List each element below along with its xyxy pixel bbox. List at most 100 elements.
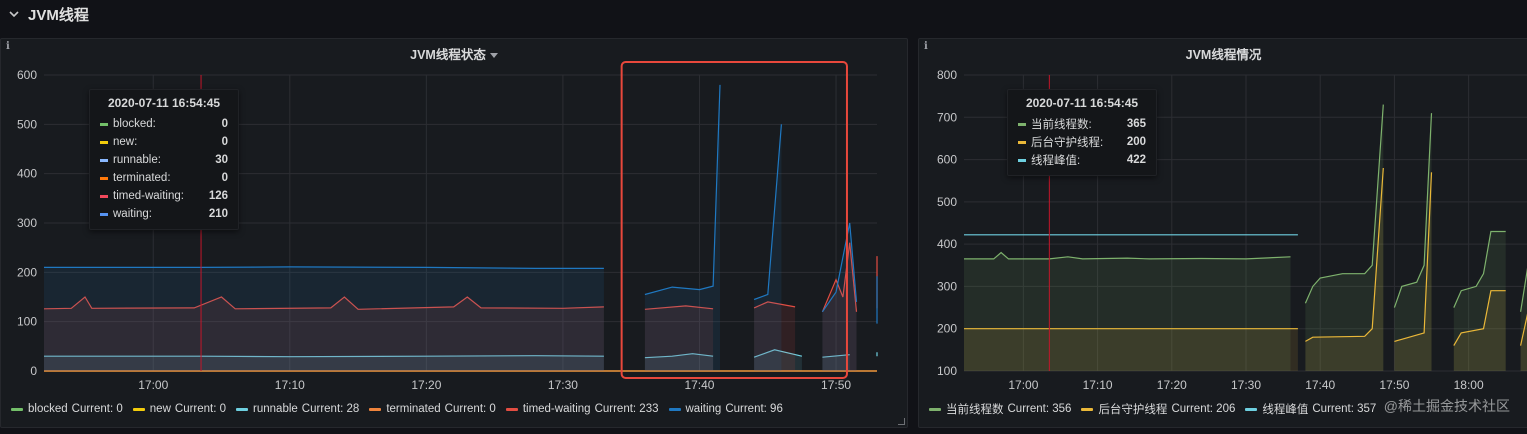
resize-handle[interactable] <box>898 418 905 425</box>
legend-series-name[interactable]: 当前线程数 <box>946 401 1004 417</box>
legend-item[interactable]: blocked Current: 0 <box>11 403 123 415</box>
series-swatch <box>100 158 108 162</box>
legend-current-value: Current: 0 <box>174 403 227 415</box>
series-swatch <box>100 194 108 198</box>
tooltip-series-name: timed-waiting: <box>113 190 184 202</box>
legend-series-name[interactable]: 线程峰值 <box>1262 401 1308 417</box>
series-swatch <box>236 407 249 411</box>
chevron-down-icon[interactable] <box>6 6 22 22</box>
legend-item[interactable]: 线程峰值 Current: 357 <box>1245 401 1376 417</box>
y-tick-label: 400 <box>17 167 37 181</box>
legend-series-name[interactable]: 后台守护线程 <box>1098 401 1167 417</box>
legend-item[interactable]: terminated Current: 0 <box>369 403 496 415</box>
legend-item[interactable]: timed-waiting Current: 233 <box>505 403 659 415</box>
legend-series-name[interactable]: runnable <box>253 403 298 415</box>
series-swatch <box>11 407 23 411</box>
x-tick-label: 17:50 <box>821 378 851 392</box>
legend-item[interactable]: new Current: 0 <box>132 403 227 415</box>
tooltip-series-value: 422 <box>1126 154 1146 166</box>
legend-series-name[interactable]: new <box>150 403 171 415</box>
series-swatch <box>1018 158 1026 162</box>
series-area <box>964 328 1298 371</box>
tooltip-row: 后台守护线程: 200 <box>1018 133 1146 151</box>
series-swatch <box>100 122 108 126</box>
tooltip-series-value: 126 <box>208 190 228 202</box>
series-swatch <box>1018 140 1026 144</box>
legend-current-value: Current: 96 <box>725 403 783 415</box>
legend-series-name[interactable]: timed-waiting <box>523 403 591 415</box>
y-tick-label: 100 <box>17 315 37 329</box>
legend-current-value: Current: 357 <box>1312 403 1377 415</box>
legend-item[interactable]: 当前线程数 Current: 356 <box>929 401 1071 417</box>
legend: blocked Current: 0 new Current: 0 runnable Cu… <box>1 400 907 418</box>
series-swatch <box>505 407 518 411</box>
x-tick-label: 17:20 <box>1157 378 1187 392</box>
hover-tooltip: 2020-07-11 16:54:45 当前线程数: 365 后台守护线程: 200 线… <box>1007 89 1157 176</box>
series-swatch <box>100 176 108 180</box>
y-tick-label: 600 <box>937 153 957 167</box>
tooltip-row: blocked: 0 <box>100 115 228 133</box>
y-tick-label: 0 <box>30 364 37 378</box>
tooltip-row: timed-waiting: 126 <box>100 187 228 205</box>
y-tick-label: 300 <box>937 279 957 293</box>
tooltip-series-name: terminated: <box>113 172 171 184</box>
legend-item[interactable]: waiting Current: 96 <box>668 403 783 415</box>
x-tick-label: 18:00 <box>1454 378 1484 392</box>
x-tick-label: 17:00 <box>138 378 168 392</box>
tooltip-series-value: 200 <box>1126 136 1146 148</box>
x-tick-label: 17:40 <box>684 378 714 392</box>
y-tick-label: 300 <box>17 216 37 230</box>
legend-series-name[interactable]: waiting <box>686 403 722 415</box>
legend-current-value: Current: 28 <box>301 403 360 415</box>
tooltip-series-value: 365 <box>1126 118 1146 130</box>
y-tick-label: 400 <box>937 237 957 251</box>
legend-current-value: Current: 233 <box>594 403 659 415</box>
jvm-thread-summary-panel: i JVM线程情况 100 200 300 400 500 600 700 800 17:00 1… <box>918 38 1527 428</box>
y-tick-label: 100 <box>937 364 957 378</box>
legend-current-value: Current: 356 <box>1007 403 1072 415</box>
y-tick-label: 500 <box>937 195 957 209</box>
row-header[interactable]: JVM线程 <box>0 0 1527 28</box>
tooltip-row: 当前线程数: 365 <box>1018 115 1146 133</box>
tooltip-row: terminated: 0 <box>100 169 228 187</box>
x-tick-label: 17:00 <box>1008 378 1038 392</box>
tooltip-series-name: runnable: <box>113 154 161 166</box>
y-tick-label: 500 <box>17 117 37 131</box>
row-title[interactable]: JVM线程 <box>28 4 89 25</box>
tooltip-series-name: 当前线程数: <box>1031 119 1092 131</box>
series-swatch <box>1018 122 1026 126</box>
tooltip-row: new: 0 <box>100 133 228 151</box>
series-swatch <box>668 407 681 411</box>
legend-item[interactable]: runnable Current: 28 <box>236 403 359 415</box>
series-swatch <box>929 407 941 411</box>
tooltip-series-name: 后台守护线程: <box>1031 137 1104 149</box>
legend-series-name[interactable]: terminated <box>386 403 440 415</box>
y-tick-label: 200 <box>17 265 37 279</box>
series-line[interactable] <box>964 251 1291 260</box>
legend-series-name[interactable]: blocked <box>28 403 68 415</box>
jvm-thread-state-panel: i JVM线程状态 0 100 200 300 400 500 600 17:00 17:10 1… <box>0 38 908 428</box>
x-tick-label: 17:20 <box>411 378 441 392</box>
x-tick-label: 17:50 <box>1379 378 1409 392</box>
tooltip-series-value: 0 <box>221 172 228 184</box>
tooltip-series-name: blocked: <box>113 118 156 130</box>
tooltip-series-value: 0 <box>221 136 228 148</box>
series-line[interactable] <box>644 84 721 296</box>
series-area <box>644 84 720 372</box>
legend-item[interactable]: 后台守护线程 Current: 206 <box>1081 401 1235 417</box>
tooltip-series-name: 线程峰值: <box>1031 155 1081 167</box>
tooltip-series-value: 30 <box>215 154 228 166</box>
series-swatch <box>100 212 108 216</box>
tooltip-row: 线程峰值: 422 <box>1018 151 1146 169</box>
hover-tooltip: 2020-07-11 16:54:45 blocked: 0 new: 0 runnab… <box>89 89 239 230</box>
series-swatch <box>1081 407 1094 411</box>
tooltip-row: waiting: 210 <box>100 205 228 223</box>
series-area <box>754 124 782 371</box>
series-swatch <box>1245 407 1258 411</box>
watermark: @稀土掘金技术社区 <box>1383 398 1510 414</box>
legend-current-value: Current: 0 <box>71 403 123 415</box>
x-tick-label: 17:30 <box>1231 378 1261 392</box>
y-tick-label: 800 <box>937 68 957 82</box>
series-swatch <box>100 140 108 144</box>
series-swatch <box>369 407 382 411</box>
